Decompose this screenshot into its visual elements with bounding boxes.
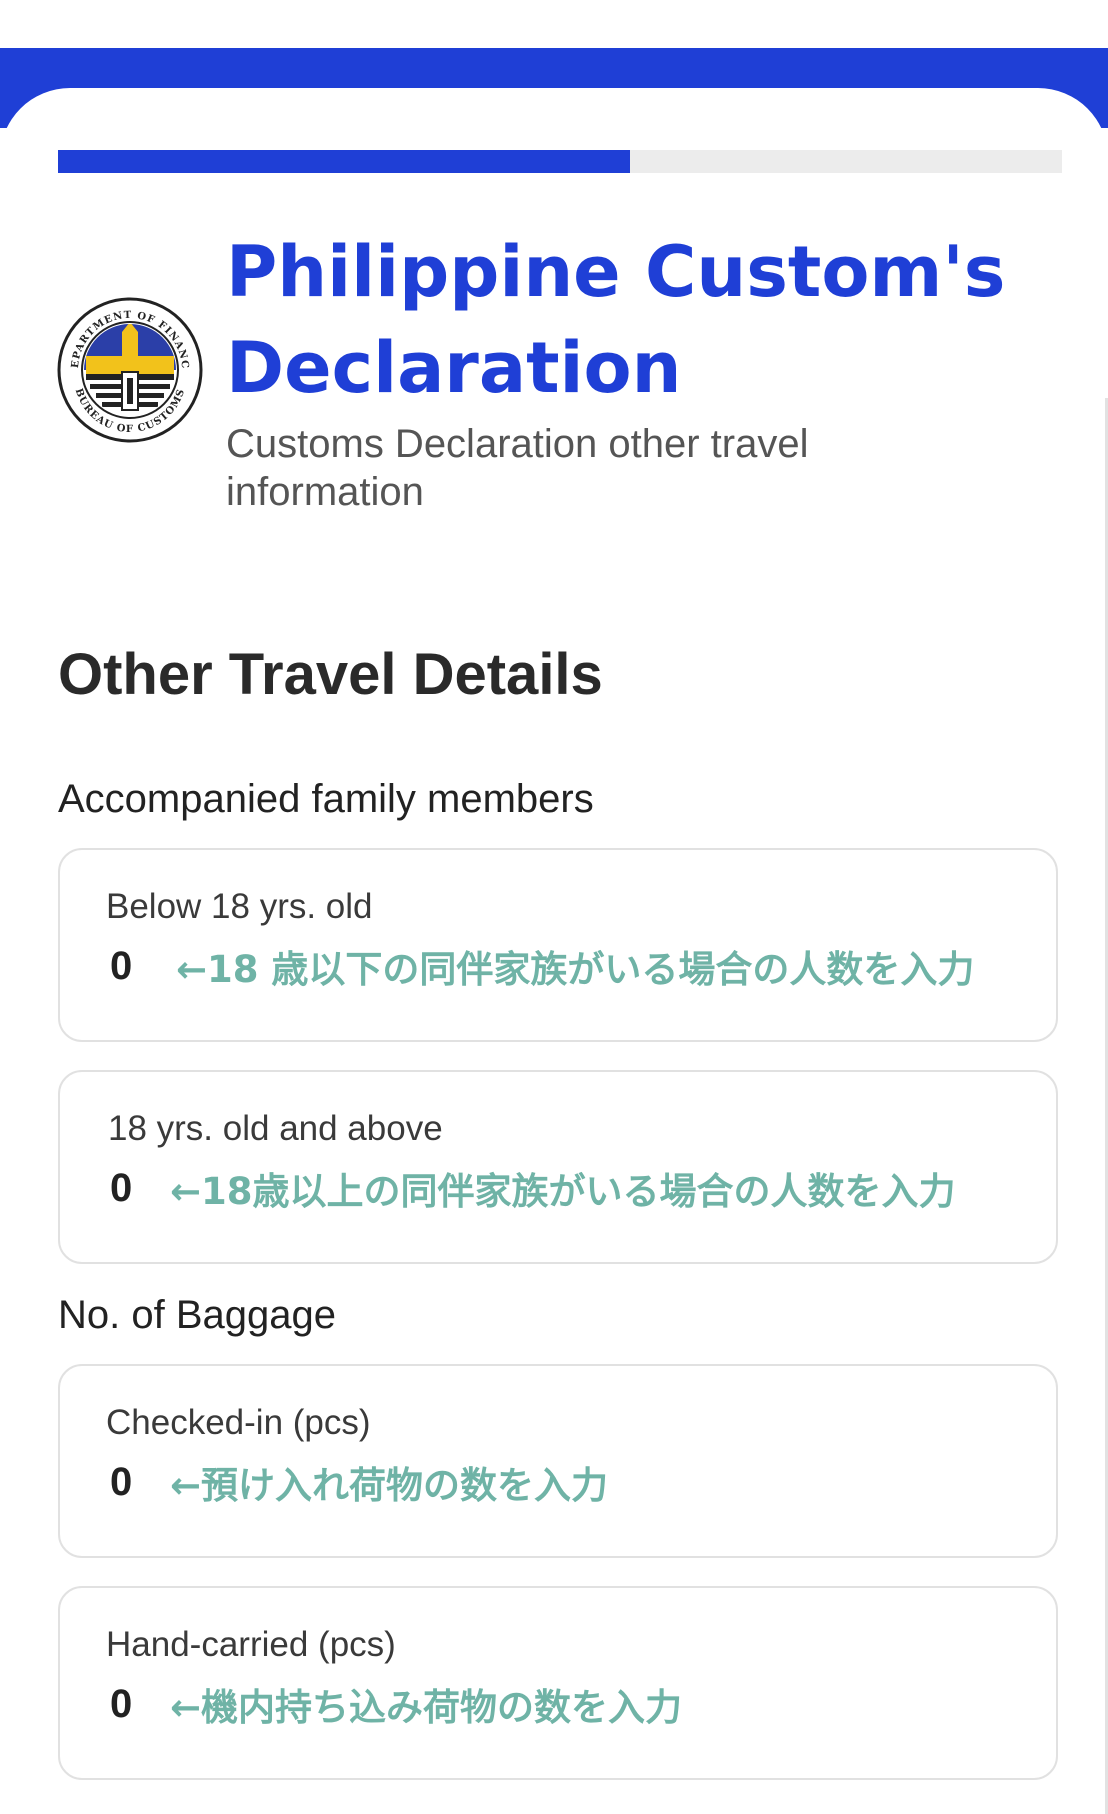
above-18-label: 18 yrs. old and above xyxy=(108,1109,443,1148)
bureau-of-customs-seal-icon: DEPARTMENT OF FINANCE BUREAU OF CUSTOMS xyxy=(56,296,203,443)
checked-in-value[interactable]: 0 xyxy=(110,1458,132,1506)
checked-in-note: ←預け入れ荷物の数を入力 xyxy=(170,1464,609,1507)
family-group-label: Accompanied family members xyxy=(58,777,594,821)
above-18-value[interactable]: 0 xyxy=(110,1164,132,1212)
checked-in-field[interactable]: Checked-in (pcs) 0 ←預け入れ荷物の数を入力 xyxy=(58,1364,1058,1558)
below-18-label: Below 18 yrs. old xyxy=(106,887,373,926)
form-card: DEPARTMENT OF FINANCE BUREAU OF CUSTOMS … xyxy=(0,88,1108,1814)
hand-carried-note: ←機内持ち込み荷物の数を入力 xyxy=(170,1686,683,1729)
section-title: Other Travel Details xyxy=(58,642,603,707)
above-18-note: ←18歳以上の同伴家族がいる場合の人数を入力 xyxy=(170,1170,956,1213)
hand-carried-field[interactable]: Hand-carried (pcs) 0 ←機内持ち込み荷物の数を入力 xyxy=(58,1586,1058,1780)
page-subtitle: Customs Declaration other travel informa… xyxy=(226,422,809,514)
above-18-field[interactable]: 18 yrs. old and above 0 ←18歳以上の同伴家族がいる場合… xyxy=(58,1070,1058,1264)
below-18-note: ←18 歳以下の同伴家族がいる場合の人数を入力 xyxy=(176,948,975,991)
below-18-value[interactable]: 0 xyxy=(110,942,132,990)
progress-bar xyxy=(58,150,1062,173)
status-bar-area xyxy=(0,0,1108,48)
progress-bar-fill xyxy=(58,150,631,173)
baggage-group-label: No. of Baggage xyxy=(58,1293,336,1337)
page-title: Philippine Custom's Declaration xyxy=(226,231,1006,409)
below-18-field[interactable]: Below 18 yrs. old 0 ←18 歳以下の同伴家族がいる場合の人数… xyxy=(58,848,1058,1042)
hand-carried-label: Hand-carried (pcs) xyxy=(106,1625,396,1664)
hand-carried-value[interactable]: 0 xyxy=(110,1680,132,1728)
checked-in-label: Checked-in (pcs) xyxy=(106,1403,371,1442)
